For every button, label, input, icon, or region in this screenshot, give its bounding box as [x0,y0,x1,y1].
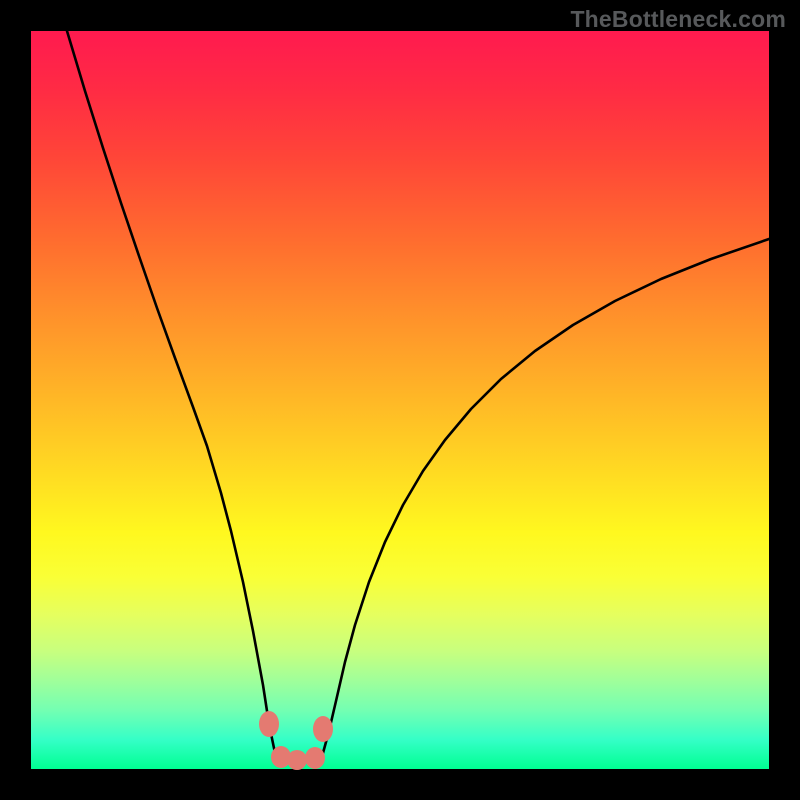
curve-layer [31,31,769,769]
data-marker [305,747,325,769]
bottleneck-curve [67,31,769,761]
chart-frame: TheBottleneck.com [0,0,800,800]
marker-group [259,711,333,770]
watermark-label: TheBottleneck.com [570,6,786,33]
data-marker [259,711,279,737]
data-marker [313,716,333,742]
data-marker [287,750,307,770]
